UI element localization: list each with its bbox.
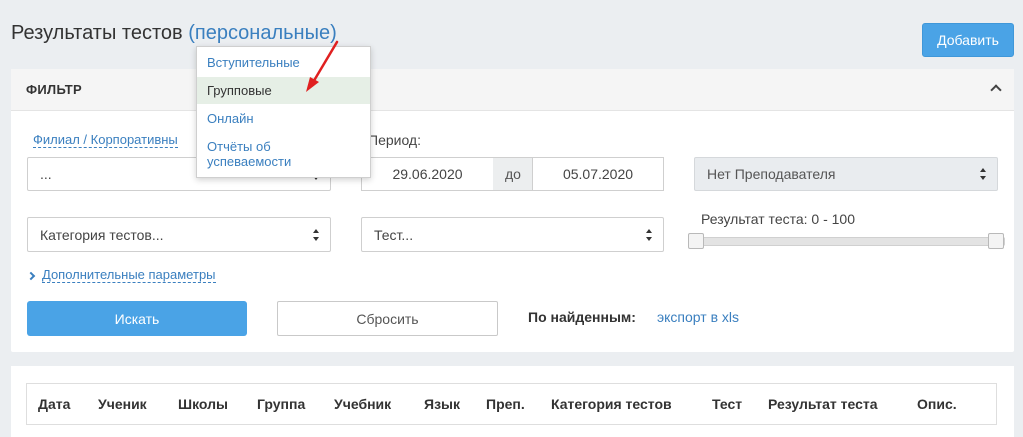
test-type-dropdown: Вступительные Групповые Онлайн Отчёты об… (196, 46, 371, 178)
branch-filter-link[interactable]: Филиал / Корпоративны (33, 131, 178, 149)
filter-title: ФИЛЬТР (26, 82, 83, 97)
column-header-group[interactable]: Группа (257, 396, 305, 412)
column-header-test[interactable]: Тест (712, 396, 742, 412)
column-header-teacher[interactable]: Преп. (486, 396, 525, 412)
column-header-language[interactable]: Язык (424, 396, 460, 412)
dropdown-item-online[interactable]: Онлайн (197, 111, 370, 131)
filter-header[interactable]: ФИЛЬТР (11, 69, 1014, 111)
branch-select-value: ... (40, 166, 52, 182)
filter-panel: ФИЛЬТР Филиал / Корпоративны Период: ...… (11, 69, 1014, 352)
results-panel: Дата Ученик Школы Группа Учебник Язык Пр… (11, 366, 1014, 437)
add-button[interactable]: Добавить (922, 23, 1014, 57)
branch-filter-label[interactable]: Филиал / Корпоративны (33, 132, 178, 148)
category-select[interactable]: Категория тестов... (27, 217, 331, 252)
column-header-student[interactable]: Ученик (98, 396, 147, 412)
teacher-select-value: Нет Преподавателя (707, 166, 836, 182)
table-header: Дата Ученик Школы Группа Учебник Язык Пр… (26, 383, 997, 425)
test-select-value: Тест... (374, 226, 414, 243)
result-range-label: Результат теста: 0 - 100 (701, 211, 856, 227)
test-type-switcher[interactable]: (персональные) (188, 22, 337, 44)
found-label: По найденным: (528, 309, 636, 325)
column-header-schools[interactable]: Школы (178, 396, 228, 412)
column-header-date[interactable]: Дата (38, 396, 70, 412)
column-header-test-category[interactable]: Категория тестов (551, 396, 672, 412)
dropdown-item-progress-reports[interactable]: Отчёты об успеваемости (197, 139, 370, 173)
dropdown-item-entrance[interactable]: Вступительные (197, 55, 370, 75)
result-slider-track[interactable] (695, 237, 1005, 246)
date-separator: до (493, 157, 533, 191)
chevron-right-icon (26, 271, 36, 280)
select-arrows-icon (646, 228, 653, 241)
category-select-value: Категория тестов... (40, 226, 164, 243)
export-xls-link[interactable]: экспорт в xls (657, 309, 739, 325)
more-params-toggle[interactable]: Дополнительные параметры (26, 267, 216, 283)
period-label: Период: (368, 132, 421, 148)
test-select[interactable]: Тест... (361, 217, 664, 252)
date-from-input[interactable]: 29.06.2020 (361, 157, 494, 191)
select-arrows-icon (313, 228, 320, 241)
column-header-description[interactable]: Опис. (917, 396, 957, 412)
column-header-textbook[interactable]: Учебник (334, 396, 391, 412)
result-slider-max-handle[interactable] (988, 233, 1004, 249)
reset-button[interactable]: Сбросить (277, 301, 498, 336)
date-to-input[interactable]: 05.07.2020 (532, 157, 664, 191)
dropdown-item-group[interactable]: Групповые (197, 77, 370, 104)
page-title: Результаты тестов (персональные) (11, 22, 337, 45)
teacher-select[interactable]: Нет Преподавателя (694, 157, 998, 191)
more-params-label[interactable]: Дополнительные параметры (42, 267, 216, 283)
page-title-text: Результаты тестов (11, 22, 183, 44)
search-button[interactable]: Искать (27, 301, 247, 336)
select-arrows-icon (980, 168, 987, 180)
result-slider-min-handle[interactable] (688, 233, 704, 249)
column-header-test-result[interactable]: Результат теста (768, 396, 878, 412)
